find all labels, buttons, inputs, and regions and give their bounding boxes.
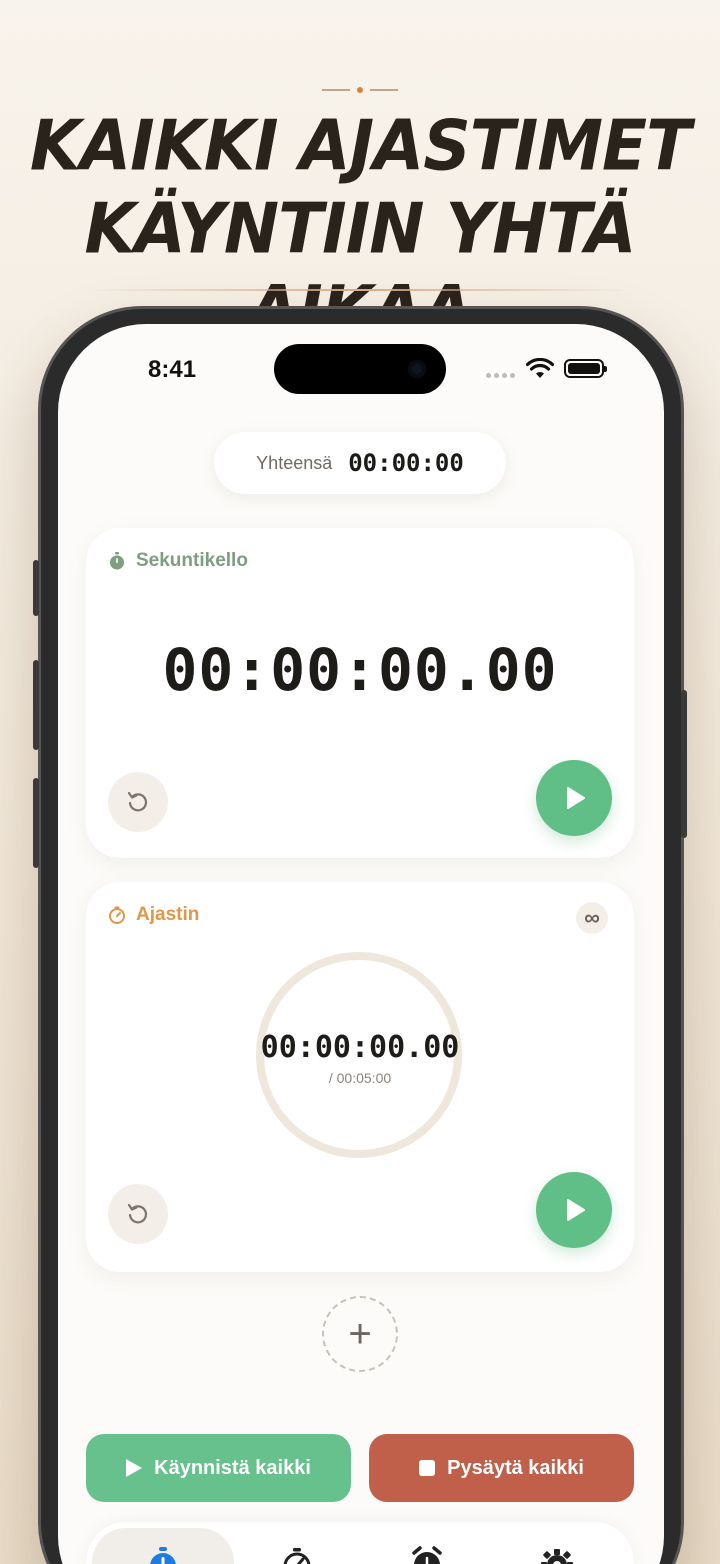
stop-all-label: Pysäytä kaikki [447, 1456, 584, 1479]
reset-icon [127, 791, 148, 812]
alarm-clock-icon [412, 1546, 442, 1564]
phone-power-button [681, 690, 687, 838]
add-timer-button[interactable]: + [322, 1296, 398, 1372]
start-all-button[interactable]: Käynnistä kaikki [86, 1434, 351, 1502]
signal-dots-icon [486, 373, 515, 378]
header-ornament [322, 84, 398, 96]
start-all-label: Käynnistä kaikki [154, 1456, 311, 1479]
total-value: 00:00:00 [348, 449, 464, 477]
phone-screen: 8:41 Yhteensä 00:00:00 Sekuntikello 00:0… [58, 324, 664, 1564]
stopwatch-icon [150, 1547, 176, 1564]
stop-icon [419, 1460, 436, 1476]
timer-duration: / 00:05:00 [328, 1070, 392, 1086]
stopwatch-icon [110, 552, 124, 570]
timer-title: Ajastin [136, 904, 200, 925]
gear-icon [541, 1549, 573, 1564]
loop-toggle-button[interactable]: ∞ [576, 902, 608, 934]
play-icon [567, 787, 585, 809]
tab-settings[interactable] [486, 1528, 628, 1564]
phone-volume-down-button [33, 778, 39, 868]
play-icon [567, 1199, 585, 1221]
timer-card[interactable]: Ajastin ∞ 00:00:00.00 / 00:05:00 [86, 882, 634, 1272]
timer-time: 00:00:00.00 [260, 1030, 460, 1065]
dynamic-island [274, 344, 446, 394]
reset-icon [127, 1203, 148, 1224]
timer-play-button[interactable] [536, 1172, 612, 1248]
tab-alarm[interactable] [356, 1528, 498, 1564]
stopwatch-card[interactable]: Sekuntikello 00:00:00.00 [86, 528, 634, 858]
stopwatch-title: Sekuntikello [136, 550, 248, 571]
total-time-pill: Yhteensä 00:00:00 [214, 432, 506, 494]
tab-bar [86, 1522, 634, 1564]
stopwatch-time: 00:00:00.00 [162, 636, 558, 704]
timer-icon [109, 906, 125, 924]
timer-header: Ajastin [108, 904, 199, 926]
plus-icon: + [348, 1312, 372, 1356]
stopwatch-play-button[interactable] [536, 760, 612, 836]
total-label: Yhteensä [256, 452, 333, 473]
play-icon [126, 1459, 143, 1477]
tab-stopwatch[interactable] [92, 1528, 234, 1564]
timer-icon [283, 1548, 311, 1564]
stopwatch-header: Sekuntikello [108, 550, 248, 572]
tab-timer[interactable] [226, 1528, 368, 1564]
wifi-icon [526, 358, 554, 378]
phone-action-button [33, 560, 39, 616]
stopwatch-reset-button[interactable] [108, 772, 168, 832]
headline-line-1: KAIKKI AJASTIMET [29, 104, 691, 187]
battery-icon [564, 359, 607, 378]
stop-all-button[interactable]: Pysäytä kaikki [369, 1434, 634, 1502]
status-time: 8:41 [148, 356, 197, 383]
timer-reset-button[interactable] [108, 1184, 168, 1244]
headline-divider [90, 289, 630, 291]
infinity-icon: ∞ [584, 905, 600, 930]
phone-volume-up-button [33, 660, 39, 750]
